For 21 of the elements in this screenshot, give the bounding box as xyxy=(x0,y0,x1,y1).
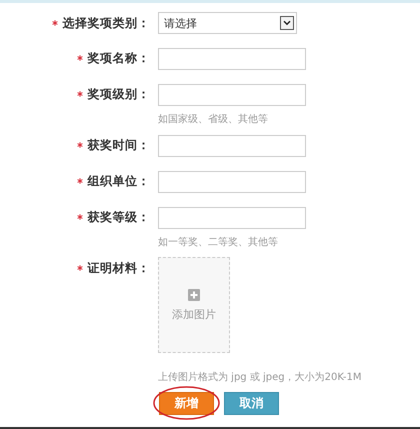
field-label: 获奖等级： xyxy=(88,208,150,226)
category-select[interactable]: 请选择 xyxy=(158,12,297,34)
add-image-button[interactable]: 添加图片 xyxy=(158,257,230,353)
input-field[interactable] xyxy=(158,171,306,193)
input-field[interactable] xyxy=(158,135,306,157)
input-field[interactable] xyxy=(158,207,306,229)
caret-icon xyxy=(280,16,294,30)
field-hint: 如国家级、省级、其他等 xyxy=(158,112,269,126)
input-field[interactable] xyxy=(158,84,306,106)
upload-hint: 上传图片格式为 jpg 或 jpeg，大小为20K-1M xyxy=(158,370,362,384)
cancel-button[interactable]: 取消 xyxy=(224,392,279,415)
field-label: 组织单位： xyxy=(88,172,150,190)
field-hint: 如一等奖、二等奖、其他等 xyxy=(158,236,279,249)
field-label: 奖项名称： xyxy=(88,50,150,66)
plus-icon xyxy=(188,288,200,300)
field-label: 奖项级别： xyxy=(88,86,150,102)
field-label: 证明材料： xyxy=(88,260,150,276)
field-label: 获奖时间： xyxy=(88,136,150,154)
input-field[interactable] xyxy=(158,48,306,70)
add-button[interactable]: 新增 xyxy=(159,392,214,415)
field-label: 选择奖项类别： xyxy=(62,14,150,32)
